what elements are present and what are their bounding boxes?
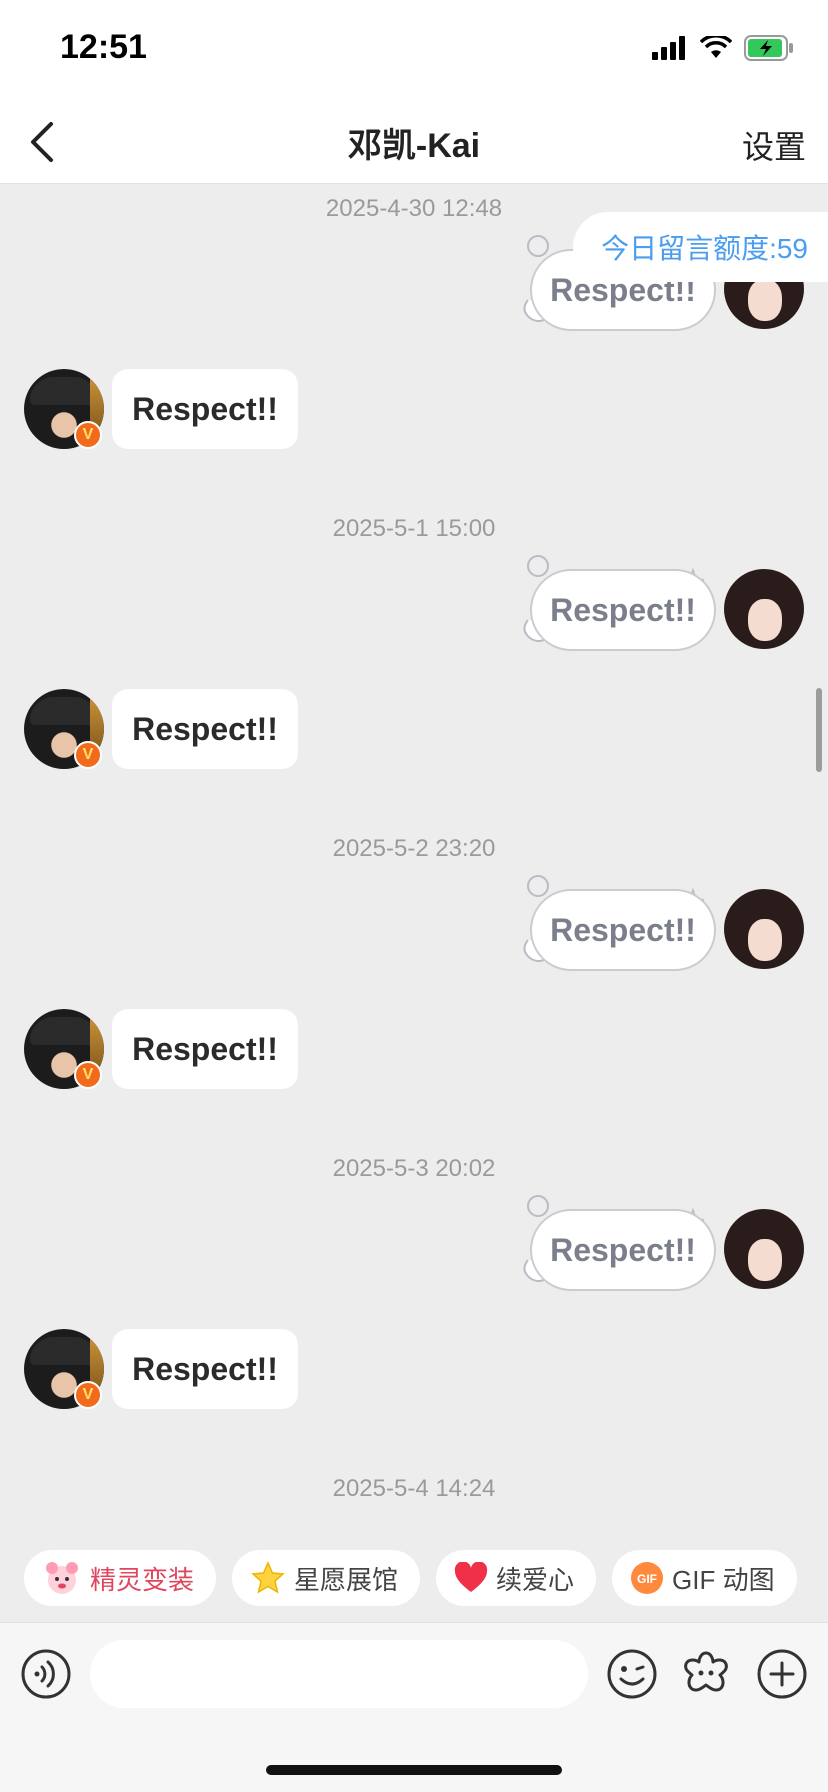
message-timestamp: 2025-5-2 23:20: [332, 835, 496, 862]
chip-renew-heart[interactable]: 续爱心: [436, 1550, 597, 1606]
outgoing-message-bubble[interactable]: Respect!!: [530, 1209, 716, 1291]
input-bar: [0, 1622, 828, 1792]
outgoing-message-bubble[interactable]: Respect!!: [530, 569, 716, 651]
verified-badge: V: [74, 1061, 102, 1089]
message-timestamp: 2025-5-1 15:00: [332, 515, 496, 542]
my-avatar[interactable]: [724, 889, 804, 969]
emoji-icon[interactable]: [606, 1648, 658, 1700]
incoming-message-bubble[interactable]: Respect!!: [112, 1009, 298, 1089]
sprite-icon: [46, 1562, 78, 1594]
chip-label: 星愿展馆: [294, 1564, 399, 1595]
svg-text:GIF: GIF: [637, 1572, 657, 1586]
my-avatar[interactable]: [724, 1209, 804, 1289]
outgoing-message-bubble[interactable]: Respect!!: [530, 889, 716, 971]
chat-area[interactable]: 2025-4-30 12:48 Respect!! V Respect!! 2025-5…: [0, 185, 828, 1550]
voice-icon[interactable]: [20, 1648, 72, 1700]
nav-bar: 邓凯-Kai 设置: [0, 100, 828, 184]
daily-message-quota[interactable]: 今日留言额度:59: [573, 212, 828, 282]
chip-star-gallery[interactable]: 星愿展馆: [232, 1550, 421, 1606]
chip-label: 续爱心: [496, 1564, 575, 1595]
star-icon: [251, 1561, 285, 1594]
my-avatar[interactable]: [724, 569, 804, 649]
chip-label: 精灵变装: [90, 1564, 195, 1595]
status-bar: 12:51: [0, 0, 828, 100]
verified-badge: V: [74, 741, 102, 769]
status-time: 12:51: [60, 28, 147, 66]
message-timestamp: 2025-5-3 20:02: [332, 1155, 496, 1182]
message-input[interactable]: [90, 1640, 588, 1708]
gif-icon: GIF: [631, 1562, 664, 1594]
page-title: 邓凯-Kai: [347, 127, 481, 165]
quick-actions-bar: 精灵变装 星愿展馆 续爱心 GIF GIF 动图: [0, 1550, 828, 1618]
incoming-message-bubble[interactable]: Respect!!: [112, 1329, 298, 1409]
battery-icon: [744, 35, 793, 61]
incoming-message-bubble[interactable]: Respect!!: [112, 369, 298, 449]
verified-badge: V: [74, 421, 102, 449]
settings-button[interactable]: 设置: [742, 122, 806, 168]
chip-sprite-dressup[interactable]: 精灵变装: [24, 1550, 217, 1606]
scrollbar[interactable]: [816, 688, 822, 772]
home-indicator: [266, 1765, 562, 1775]
chip-gif[interactable]: GIF GIF 动图: [612, 1550, 797, 1606]
verified-badge: V: [74, 1381, 102, 1409]
message-timestamp: 2025-5-4 14:24: [332, 1475, 496, 1502]
wifi-icon: [700, 36, 732, 58]
incoming-message-bubble[interactable]: Respect!!: [112, 689, 298, 769]
plus-icon[interactable]: [756, 1648, 808, 1700]
status-icons: [652, 34, 794, 62]
flower-sticker-icon[interactable]: [680, 1648, 732, 1700]
signal-icon: [652, 36, 685, 60]
heart-icon: [454, 1562, 488, 1592]
chip-label: GIF 动图: [672, 1564, 775, 1595]
